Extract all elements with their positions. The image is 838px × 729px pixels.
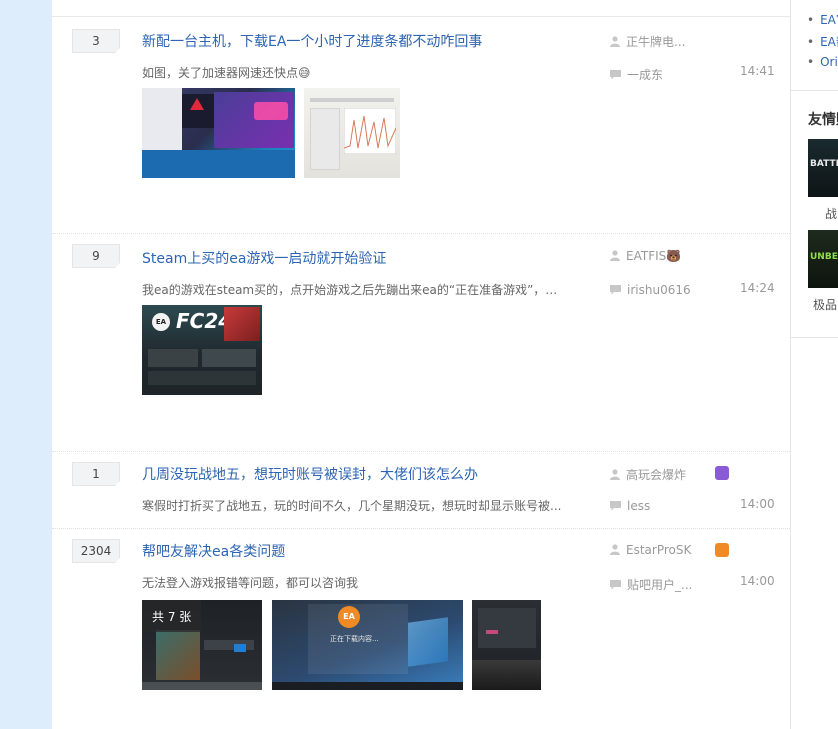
thread-item: 2304 帮吧友解决ea各类问题 无法登入游戏报错等问题，都可以咨询我 Esta… (52, 529, 790, 729)
thread-excerpt: 寒假时打折买了战地五，玩的时间不久，几个星期没玩，想玩时却显示账号被... (142, 499, 562, 513)
photo-region (142, 150, 295, 178)
photo-region (310, 108, 340, 170)
user-badge-icon (715, 466, 729, 480)
user-icon (610, 35, 620, 50)
friends-section-title: 友情贴吧 (808, 112, 838, 128)
photo-region (214, 92, 294, 148)
thread-time: 14:00 (740, 574, 775, 588)
divider (791, 337, 838, 338)
author-name[interactable]: 正牛牌电... (626, 35, 685, 49)
reply-count: 1 (72, 462, 120, 486)
ea-logo-icon: EA (152, 313, 170, 331)
thread-author[interactable]: 正牛牌电... (610, 33, 685, 50)
left-background (0, 0, 52, 729)
reply-count: 2304 (72, 539, 120, 563)
loading-text: 正在下载内容... (330, 635, 379, 643)
comment-icon (610, 500, 621, 514)
photo-region (478, 608, 536, 648)
user-icon (610, 249, 620, 264)
last-reply-name[interactable]: 一成东 (627, 68, 663, 82)
thread-time: 14:00 (740, 497, 775, 511)
comment-icon (610, 284, 621, 298)
photo-region (156, 630, 200, 680)
friend-bar-name[interactable]: 战 (825, 205, 837, 222)
photo-region (272, 682, 463, 690)
user-icon (610, 468, 620, 483)
last-reply-name[interactable]: less (627, 499, 650, 513)
friend-bar-image[interactable]: BATTLE (808, 139, 838, 197)
last-reply-name[interactable]: 贴吧用户_... (627, 578, 692, 592)
friend-bar-logo: BATTLE (810, 159, 838, 169)
thread-excerpt: 无法登入游戏报错等问题，都可以咨询我 (142, 576, 359, 590)
friend-bar-name[interactable]: 极品 (813, 296, 837, 313)
thread-image[interactable]: EA FC24 (142, 305, 262, 395)
sidebar-link[interactable]: EA帮 (807, 33, 838, 50)
thread-item: 1 几周没玩战地五，想玩时账号被误封，大佬们该怎么办 寒假时打折买了战地五，玩的… (52, 452, 790, 529)
photo-region (234, 644, 246, 652)
photo-region (254, 102, 288, 120)
warning-icon (190, 98, 204, 110)
right-sidebar: EA官 EA帮 Origi 友情贴吧 BATTLE 战 UNBE 极品 (790, 0, 838, 729)
thread-title[interactable]: 新配一台主机，下载EA一个小时了进度条都不动咋回事 (142, 31, 482, 51)
thread-time: 14:41 (740, 64, 775, 78)
thread-item: 3 新配一台主机，下载EA一个小时了进度条都不动咋回事 如图，关了加速器网速还快… (52, 17, 790, 234)
thread-time: 14:24 (740, 281, 775, 295)
thread-author[interactable]: EstarProSK (610, 543, 691, 558)
thread-item: 9 Steam上买的ea游戏一启动就开始验证 我ea的游戏在steam买的，点开… (52, 234, 790, 452)
divider (791, 90, 838, 91)
friend-bar-image[interactable]: UNBE (808, 230, 838, 288)
thread-last-reply[interactable]: 贴吧用户_... (610, 576, 692, 593)
thread-author[interactable]: EATFIS🐻 (610, 249, 681, 264)
thread-title[interactable]: 几周没玩战地五，想玩时账号被误封，大佬们该怎么办 (142, 464, 478, 484)
sidebar-link[interactable]: Origi (807, 55, 838, 69)
thread-last-reply[interactable]: irishu0616 (610, 283, 691, 298)
photo-region (148, 371, 256, 385)
thread-image[interactable]: EA 正在下载内容... (272, 600, 463, 690)
author-name[interactable]: 高玩会爆炸 (626, 468, 686, 482)
photo-region (310, 98, 394, 102)
photo-region (148, 349, 198, 367)
author-name[interactable]: EATFIS🐻 (626, 249, 681, 263)
image-count-badge: 共 7 张 (142, 600, 202, 632)
author-name[interactable]: EstarProSK (626, 543, 691, 557)
ea-logo-icon: EA (338, 606, 360, 628)
photo-region (486, 630, 498, 634)
user-badge-icon (715, 543, 729, 557)
windows-logo-icon (408, 617, 448, 667)
comment-icon (610, 579, 621, 593)
reply-count: 3 (72, 29, 120, 53)
thread-last-reply[interactable]: 一成东 (610, 66, 663, 83)
sidebar-link[interactable]: EA官 (807, 11, 838, 28)
thread-title[interactable]: Steam上买的ea游戏一启动就开始验证 (142, 248, 386, 268)
thread-title[interactable]: 帮吧友解决ea各类问题 (142, 541, 285, 561)
user-icon (610, 543, 620, 558)
last-reply-name[interactable]: irishu0616 (627, 283, 691, 297)
thread-list: 3 新配一台主机，下载EA一个小时了进度条都不动咋回事 如图，关了加速器网速还快… (52, 0, 790, 729)
reply-count: 9 (72, 244, 120, 268)
photo-region (224, 307, 260, 341)
photo-region (472, 660, 541, 690)
thread-excerpt: 我ea的游戏在steam买的，点开始游戏之后先蹦出来ea的“正在准备游戏”，然.… (142, 283, 562, 297)
friend-bar-logo: UNBE (810, 252, 838, 262)
chart-graphic (344, 108, 396, 154)
thread-last-reply[interactable]: less (610, 499, 650, 514)
comment-icon (610, 69, 621, 83)
photo-region (204, 640, 254, 650)
thread-image[interactable] (142, 88, 295, 178)
thread-image[interactable]: 共 7 张 (142, 600, 262, 690)
thread-image[interactable] (472, 600, 541, 690)
thread-excerpt: 如图，关了加速器网速还快点😅 (142, 66, 311, 80)
photo-region (142, 682, 262, 690)
photo-region (202, 349, 256, 367)
thread-image[interactable] (304, 88, 400, 178)
thread-author[interactable]: 高玩会爆炸 (610, 466, 686, 483)
